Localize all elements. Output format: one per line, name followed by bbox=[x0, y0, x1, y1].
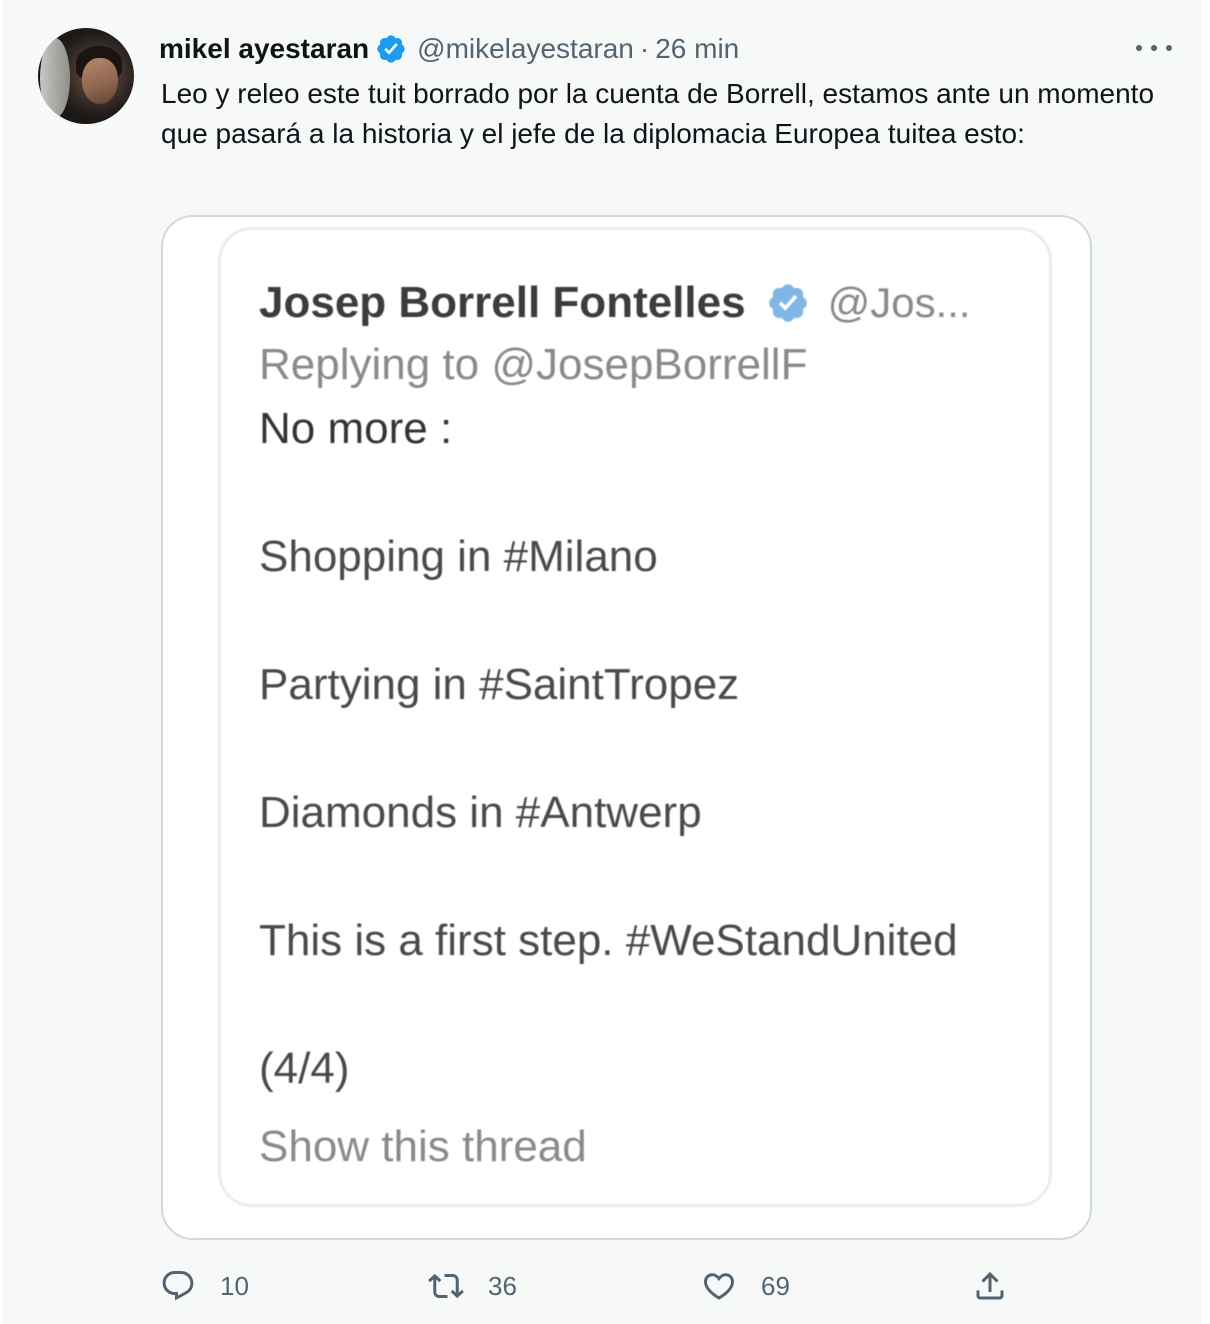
verified-badge-icon bbox=[377, 35, 405, 63]
quoted-show-thread: Show this thread bbox=[259, 1122, 587, 1171]
retweet-icon bbox=[428, 1273, 464, 1299]
retweet-count: 36 bbox=[488, 1270, 517, 1301]
quoted-author-name: Josep Borrell Fontelles bbox=[259, 278, 746, 327]
avatar-face bbox=[82, 58, 118, 104]
author-name[interactable]: mikel ayestaran bbox=[159, 33, 369, 65]
quoted-line: Shopping in #Milano bbox=[259, 532, 658, 581]
more-dot bbox=[1136, 45, 1142, 51]
quoted-line: No more : bbox=[259, 404, 453, 453]
more-dot bbox=[1166, 45, 1172, 51]
reply-button[interactable]: 10 bbox=[160, 1262, 249, 1310]
quoted-author-handle: @Jos... bbox=[827, 279, 971, 326]
like-count: 69 bbox=[761, 1270, 790, 1301]
tweet-header: mikel ayestaran @mikelayestaran · 26 min bbox=[159, 30, 739, 68]
share-icon bbox=[976, 1271, 1004, 1300]
quoted-tweet-screenshot: Josep Borrell Fontelles @Jos... Replying… bbox=[218, 227, 1052, 1207]
quoted-line: Diamonds in #Antwerp bbox=[259, 788, 702, 837]
like-button[interactable]: 69 bbox=[701, 1262, 790, 1310]
tweet-actions: 10 36 69 bbox=[4, 1262, 1202, 1310]
quoted-line: (4/4) bbox=[259, 1044, 350, 1093]
author-handle[interactable]: @mikelayestaran bbox=[417, 33, 634, 65]
more-dot bbox=[1151, 45, 1157, 51]
retweet-button[interactable]: 36 bbox=[428, 1262, 517, 1310]
quoted-verified-badge-icon bbox=[768, 284, 807, 322]
quoted-line: This is a first step. #WeStandUnited bbox=[259, 916, 958, 965]
avatar[interactable] bbox=[38, 28, 134, 124]
avatar-background bbox=[40, 38, 70, 118]
separator-dot: · bbox=[639, 33, 650, 64]
heart-icon bbox=[703, 1273, 735, 1300]
tweet-text: Leo y releo este tuit borrado por la cue… bbox=[161, 78, 1155, 149]
reply-icon bbox=[162, 1271, 194, 1301]
quoted-replying-to: Replying to @JosepBorrellF bbox=[259, 340, 808, 389]
quoted-author-row: Josep Borrell Fontelles @Jos... bbox=[259, 278, 971, 328]
quoted-line: Partying in #SaintTropez bbox=[259, 660, 740, 709]
tweet-timestamp[interactable]: 26 min bbox=[655, 33, 739, 65]
share-button[interactable] bbox=[972, 1262, 1032, 1310]
tweet-media-image[interactable]: Josep Borrell Fontelles @Jos... Replying… bbox=[161, 215, 1092, 1240]
tweet-card[interactable]: mikel ayestaran @mikelayestaran · 26 min… bbox=[3, 0, 1201, 1324]
more-options-icon[interactable] bbox=[1136, 34, 1172, 62]
reply-count: 10 bbox=[220, 1270, 249, 1301]
